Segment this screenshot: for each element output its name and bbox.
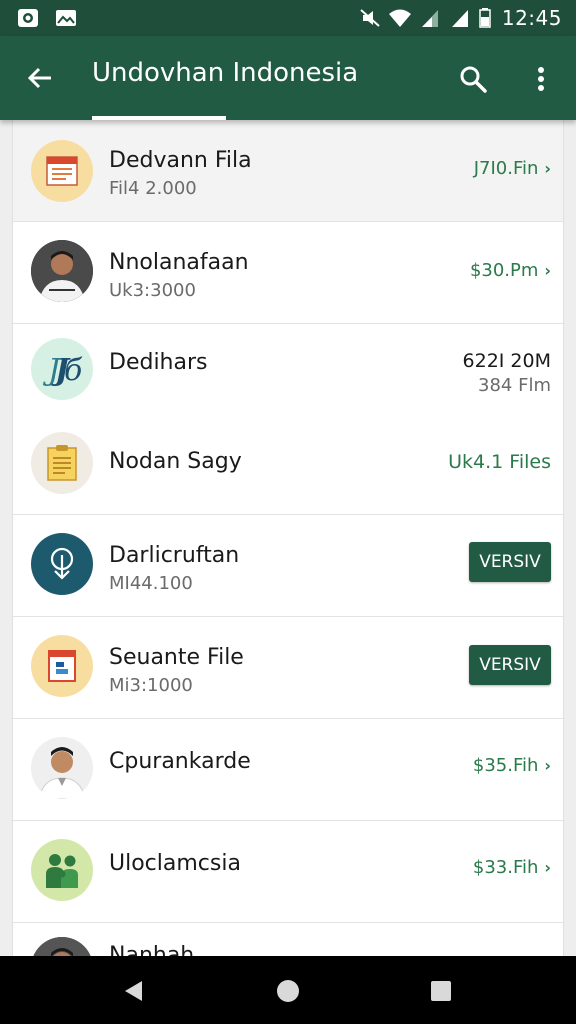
item-subtitle: Fil4 2.000: [109, 178, 197, 199]
item-title: Cpurankarde: [109, 749, 251, 774]
tab-indicator: [92, 116, 226, 120]
chevron-right-icon: ›: [544, 858, 551, 877]
item-subtitle: MI44.100: [109, 573, 193, 594]
chevron-right-icon: ›: [544, 261, 551, 280]
list-item[interactable]: JJб Dedihars 622I 20M 384 Flm: [13, 324, 563, 419]
more-vert-icon[interactable]: [524, 60, 558, 98]
status-time: 12:45: [501, 6, 562, 30]
list-item[interactable]: Seuante File Mi3:1000 VERSIV: [13, 617, 563, 719]
signal-icon: [448, 8, 472, 28]
item-price: $30.Pm ›: [470, 260, 551, 281]
person-avatar: [31, 937, 93, 956]
list-item[interactable]: Nanhah: [13, 923, 563, 956]
file-chart-icon: [31, 635, 93, 697]
item-title: Darlicruftan: [109, 543, 240, 568]
list-item[interactable]: Uloclamcsia $33.Fih ›: [13, 821, 563, 923]
item-price: Uk4.1 Files: [448, 451, 551, 473]
person-avatar: [31, 737, 93, 799]
price-text: $35.Fih: [472, 755, 539, 776]
notepad-icon: [31, 432, 93, 494]
person-avatar: [31, 240, 93, 302]
price-text: J7I0.Fin: [473, 158, 539, 179]
search-icon[interactable]: [454, 60, 492, 98]
item-price: $35.Fih ›: [473, 755, 551, 776]
page-title: Undovhan Indonesia: [92, 58, 359, 88]
item-title: Uloclamcsia: [109, 851, 241, 876]
download-icon: [31, 533, 93, 595]
status-bar: 12:45: [0, 0, 576, 36]
nav-back-icon[interactable]: [117, 974, 151, 1008]
system-nav-bar: [0, 956, 576, 1024]
price-text: $30.Pm: [469, 260, 539, 281]
item-subtitle: Uk3:3000: [109, 280, 196, 301]
back-arrow-icon[interactable]: [22, 60, 58, 96]
item-title: Dedihars: [109, 350, 208, 375]
item-title: Seuante File: [109, 645, 244, 670]
circle-app-icon: [16, 8, 40, 28]
item-title: Dedvann Fila: [109, 148, 252, 173]
price-text: $33.Fih: [472, 857, 539, 878]
nav-recents-icon[interactable]: [424, 974, 458, 1008]
image-icon: [54, 8, 78, 28]
svg-text:б: б: [64, 353, 83, 387]
list-item[interactable]: Nnolanafaan Uk3:3000 $30.Pm ›: [13, 222, 563, 324]
svg-text:J: J: [42, 353, 62, 387]
item-title: Nanhah: [109, 943, 195, 956]
family-icon: [31, 839, 93, 901]
chevron-right-icon: ›: [544, 756, 551, 775]
wifi-icon: [388, 8, 412, 28]
chevron-right-icon: ›: [544, 159, 551, 178]
list-item[interactable]: Dedvann Fila Fil4 2.000 J7I0.Fin ›: [13, 120, 563, 222]
item-price: 622I 20M: [462, 350, 551, 372]
item-title: Nodan Sagy: [109, 449, 242, 474]
item-title: Nnolanafaan: [109, 250, 249, 275]
file-list: Dedvann Fila Fil4 2.000 J7I0.Fin › Nnola…: [12, 120, 564, 956]
nav-home-icon[interactable]: [271, 974, 305, 1008]
logo-jo-icon: JJб: [31, 338, 93, 400]
list-item[interactable]: Nodan Sagy Uk4.1 Files: [13, 419, 563, 515]
item-subtitle: Mi3:1000: [109, 675, 193, 696]
item-price-sub: 384 Flm: [478, 375, 551, 396]
item-price: J7I0.Fin ›: [474, 158, 551, 179]
signal-icon: [418, 8, 442, 28]
list-item[interactable]: Cpurankarde $35.Fih ›: [13, 719, 563, 821]
document-icon: [31, 140, 93, 202]
item-price: $33.Fih ›: [473, 857, 551, 878]
mute-icon: [358, 8, 382, 28]
list-item[interactable]: Darlicruftan MI44.100 VERSIV: [13, 515, 563, 617]
app-bar: Undovhan Indonesia: [0, 36, 576, 120]
versiv-button[interactable]: VERSIV: [469, 645, 551, 685]
battery-icon: [478, 8, 492, 28]
versiv-button[interactable]: VERSIV: [469, 542, 551, 582]
